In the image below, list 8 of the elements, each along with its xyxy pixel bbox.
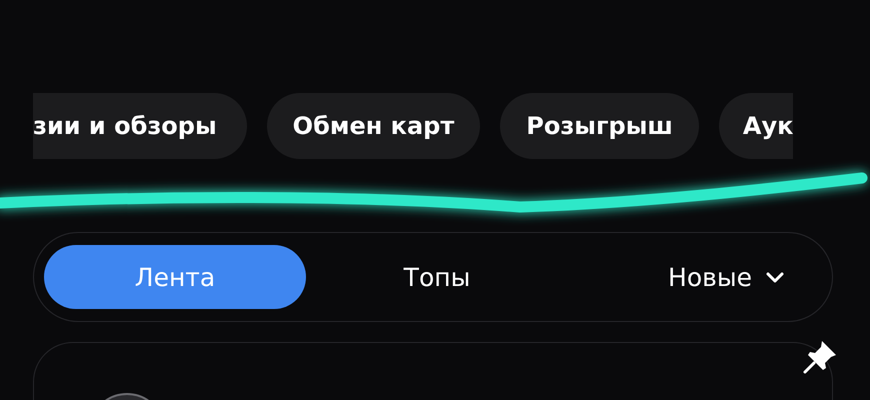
sort-dropdown[interactable]: Новые xyxy=(668,262,784,292)
feed-tab[interactable]: Топы xyxy=(306,245,568,309)
category-chip[interactable]: зии и обзоры xyxy=(33,93,247,159)
feed-tab[interactable]: Лента xyxy=(44,245,306,309)
category-chip[interactable]: Обмен карт xyxy=(266,93,480,159)
category-chip[interactable]: Розыгрыш xyxy=(500,93,699,159)
category-chip[interactable]: Аук xyxy=(718,93,794,159)
chevron-down-icon xyxy=(766,272,784,282)
